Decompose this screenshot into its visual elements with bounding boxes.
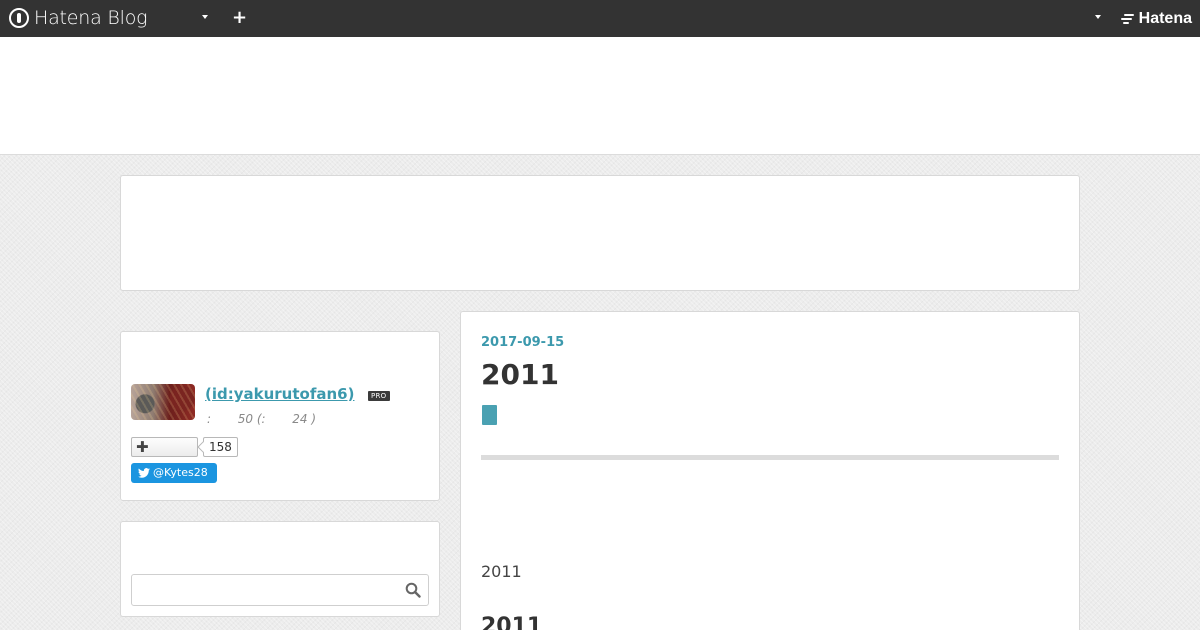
search-icon[interactable] xyxy=(405,582,421,598)
entry-title[interactable]: 2011 xyxy=(481,358,559,391)
divider xyxy=(481,455,1059,460)
twitter-follow-button[interactable]: @Kytes28 xyxy=(131,463,217,483)
brand-label: Hatena Blog xyxy=(34,7,148,29)
twitter-handle: @Kytes28 xyxy=(153,466,208,479)
follower-count: 158 xyxy=(203,437,238,457)
search-input[interactable] xyxy=(131,574,429,606)
profile-stats: : 50 (: 24 ) xyxy=(207,412,317,426)
global-header: Hatena Blog + Hatena xyxy=(0,0,1200,37)
entry-article: 2017-09-15 2011 2011 2011 xyxy=(460,311,1080,630)
entry-body-text: 2011 xyxy=(481,562,522,581)
follow-button[interactable]: ✚ xyxy=(131,437,198,457)
hatena-blog-icon xyxy=(9,8,29,28)
user-menu-caret-icon[interactable] xyxy=(1095,15,1101,19)
entry-section-heading: 2011 xyxy=(481,614,543,630)
plus-icon: ✚ xyxy=(136,438,149,456)
profile-module: (id:yakurutofan6) PRO : 50 (: 24 ) ✚ 158… xyxy=(120,331,440,501)
hatena-blog-logo[interactable]: Hatena Blog xyxy=(9,6,148,30)
profile-name-link[interactable]: (id:yakurutofan6) xyxy=(205,385,354,403)
blog-banner xyxy=(0,37,1200,155)
entry-date-link[interactable]: 2017-09-15 xyxy=(481,335,564,350)
twitter-bird-icon xyxy=(138,468,150,478)
hatena-logo[interactable]: Hatena xyxy=(1120,9,1192,29)
add-entry-plus-icon[interactable]: + xyxy=(232,8,247,28)
category-tag[interactable] xyxy=(482,405,497,425)
hatena-swoosh-icon xyxy=(1120,13,1136,25)
search-module xyxy=(120,521,440,617)
avatar[interactable] xyxy=(131,384,195,420)
pro-badge: PRO xyxy=(368,391,390,401)
ad-box xyxy=(120,175,1080,291)
hatena-logo-label: Hatena xyxy=(1138,10,1192,27)
blog-menu-caret-icon[interactable] xyxy=(202,15,208,19)
